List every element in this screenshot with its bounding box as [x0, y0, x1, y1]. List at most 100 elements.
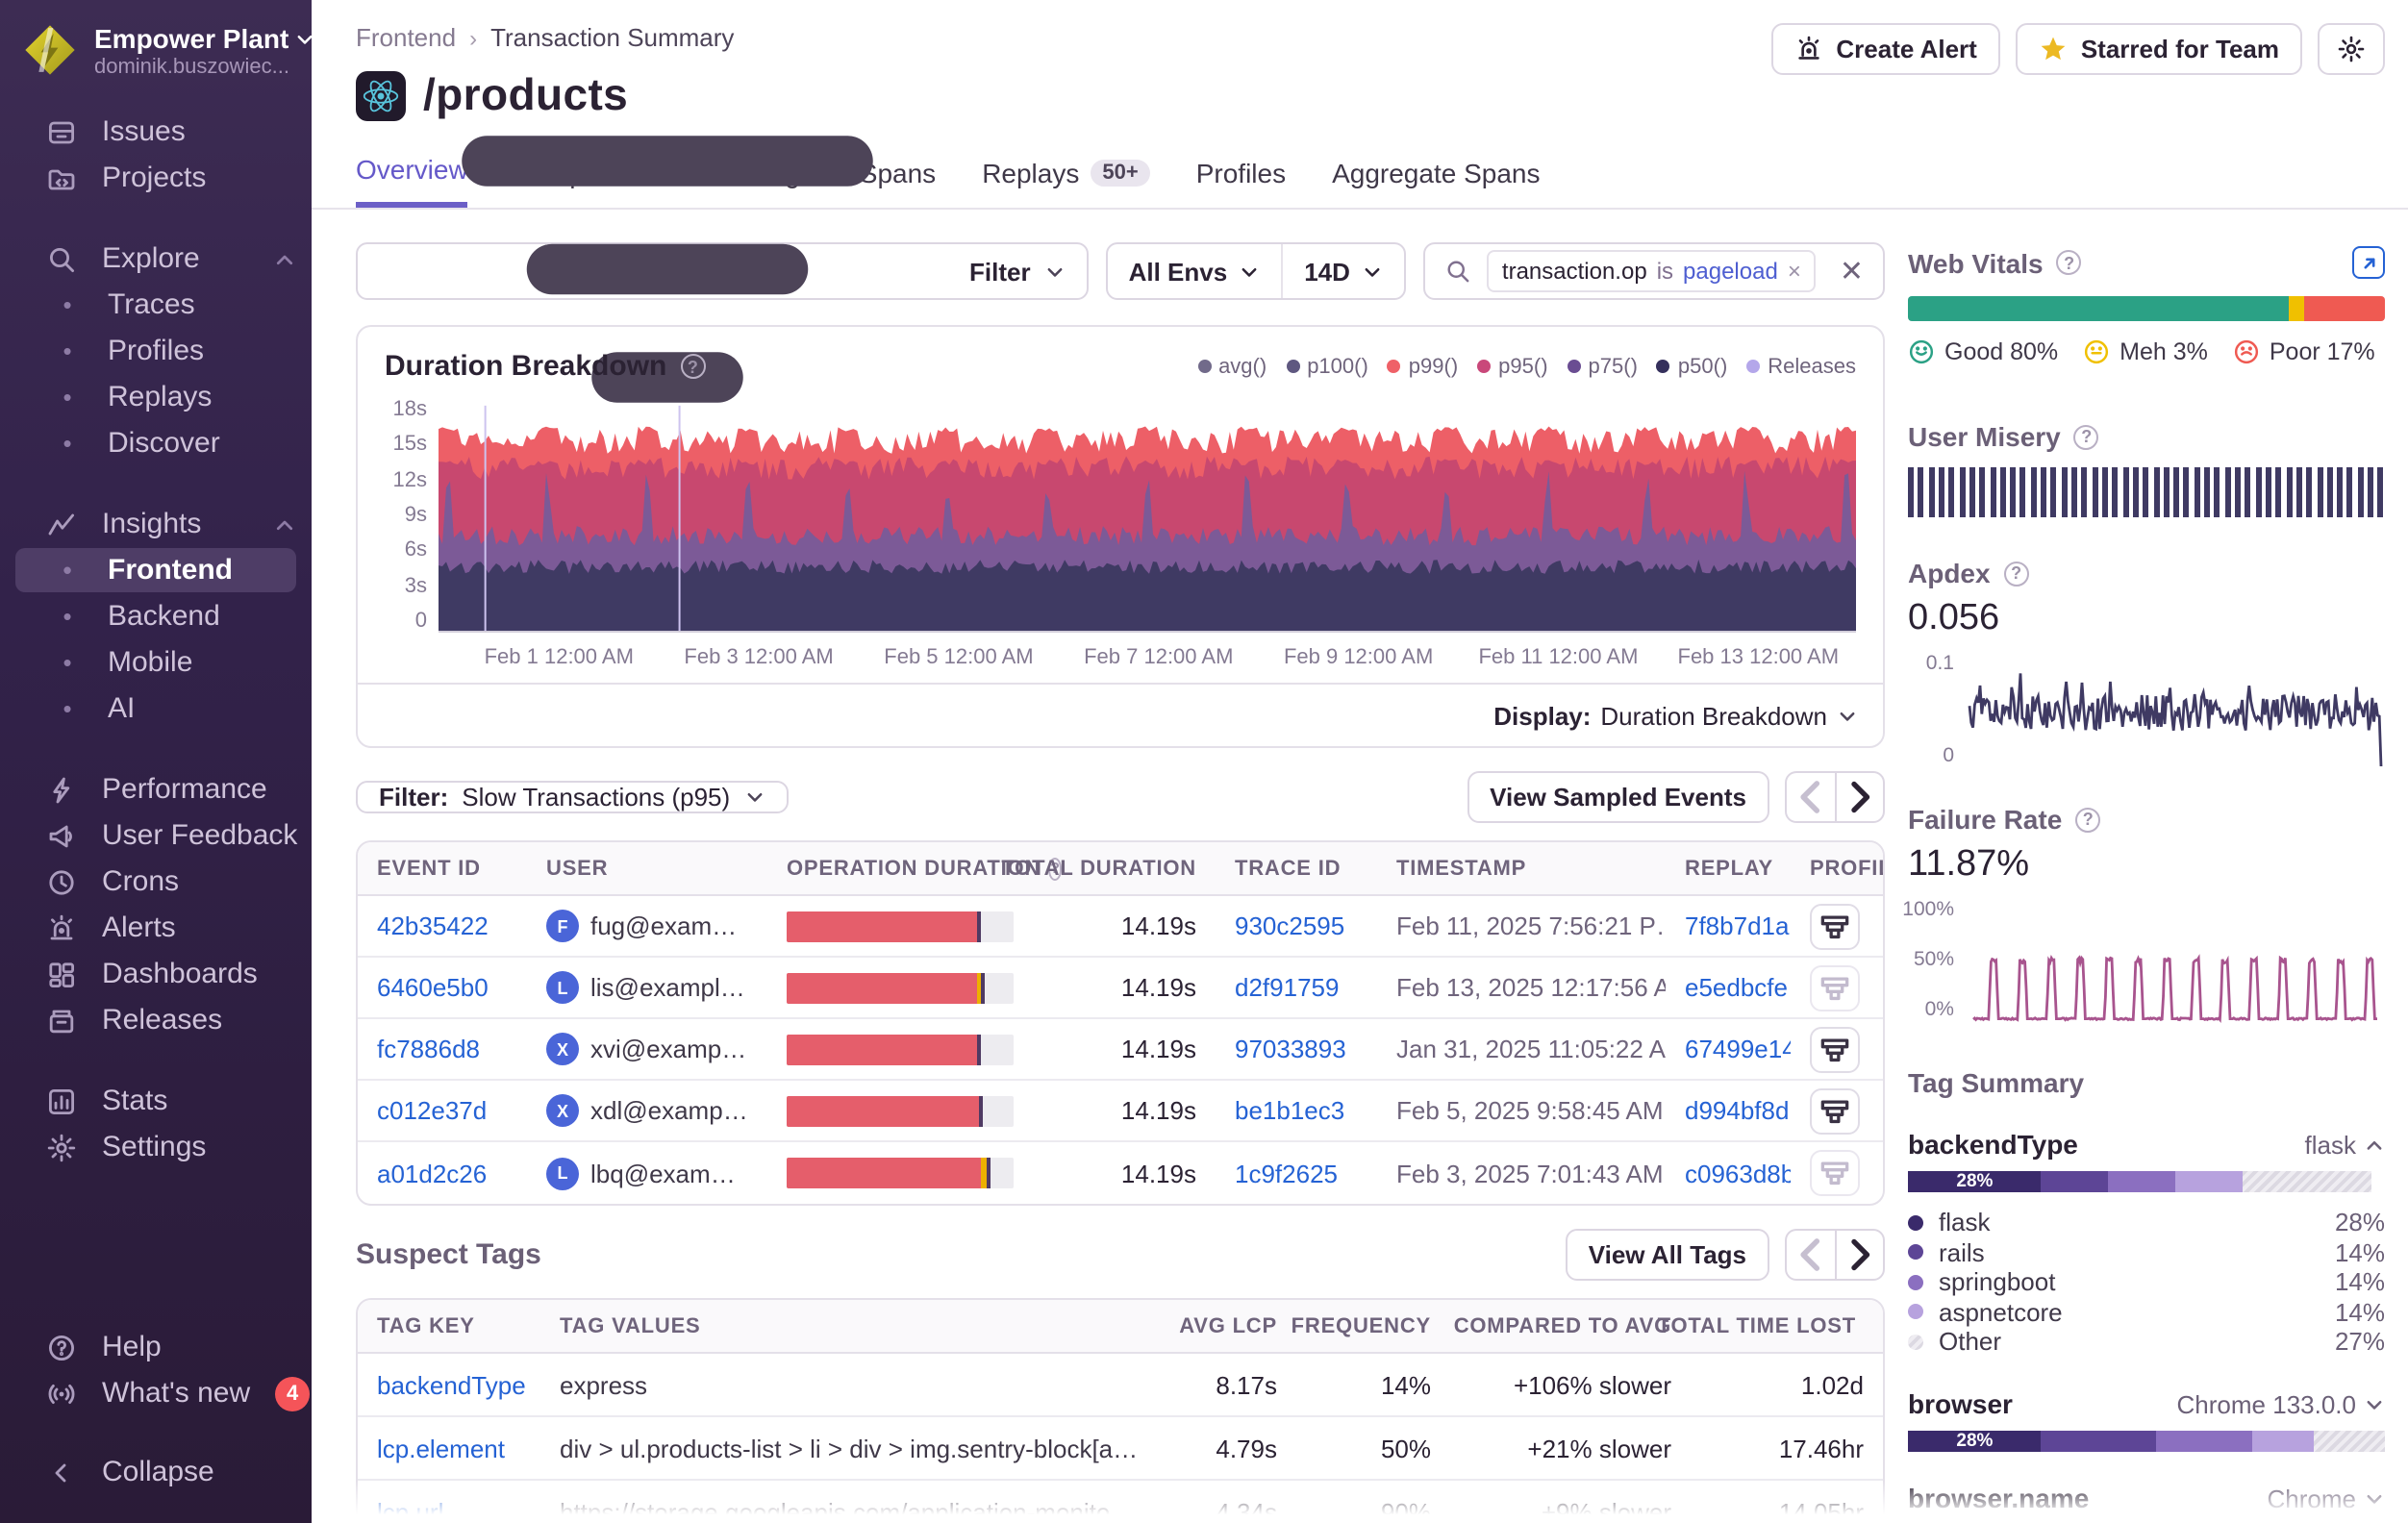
- event-id-link[interactable]: fc7886d8: [377, 1035, 480, 1063]
- filter-dropdown[interactable]: Filter: [356, 242, 1089, 300]
- tag-legend-row[interactable]: flask28%: [1908, 1208, 2385, 1237]
- sidebar-item-discover[interactable]: •Discover: [15, 421, 296, 465]
- tab-aggregate-spans[interactable]: Aggregate Spans: [1332, 154, 1540, 208]
- legend-item-p75[interactable]: p75(): [1568, 355, 1638, 378]
- search-input[interactable]: transaction.op is pageload × ✕: [1423, 242, 1885, 300]
- sidebar-item-label: Backend: [108, 600, 220, 633]
- tag-section-selector[interactable]: flask: [2305, 1131, 2385, 1160]
- profile-button[interactable]: [1810, 1026, 1860, 1072]
- trace-id-link[interactable]: 97033893: [1235, 1035, 1346, 1063]
- replay-link[interactable]: 67499e14: [1685, 1035, 1791, 1063]
- replay-link[interactable]: c0963d8b: [1685, 1159, 1791, 1187]
- sidebar-item-dashboards[interactable]: Dashboards: [15, 952, 296, 996]
- legend-label: Releases: [1768, 355, 1856, 378]
- view-sampled-events-button[interactable]: View Sampled Events: [1467, 771, 1769, 823]
- sidebar-item-projects[interactable]: Projects: [15, 156, 296, 200]
- view-all-tags-button[interactable]: View All Tags: [1566, 1229, 1769, 1281]
- search-clear-icon[interactable]: ✕: [1840, 254, 1864, 288]
- tag-legend-row[interactable]: aspnetcore14%: [1908, 1297, 2385, 1327]
- sidebar-item-performance[interactable]: Performance: [15, 767, 296, 811]
- sidebar-item-settings[interactable]: Settings: [15, 1125, 296, 1169]
- sidebar-item-traces[interactable]: •Traces: [15, 283, 296, 327]
- sidebar-item-mobile[interactable]: •Mobile: [15, 640, 296, 685]
- sidebar-footer-collapse[interactable]: Collapse: [15, 1450, 296, 1494]
- events-filter-dropdown[interactable]: Filter: Slow Transactions (p95): [356, 781, 788, 813]
- tag-section-selector[interactable]: Chrome: [2268, 1484, 2386, 1512]
- next-page-button[interactable]: [1835, 1229, 1885, 1281]
- starred-for-team-button[interactable]: Starred for Team: [2016, 23, 2302, 75]
- trace-id-link[interactable]: 1c9f2625: [1235, 1159, 1338, 1187]
- prev-page-button[interactable]: [1785, 771, 1835, 823]
- legend-item-Releases[interactable]: Releases: [1746, 355, 1856, 378]
- sidebar-item-frontend[interactable]: •Frontend: [15, 548, 296, 592]
- sidebar-item-ai[interactable]: •AI: [15, 687, 296, 731]
- sidebar-item-alerts[interactable]: Alerts: [15, 906, 296, 950]
- help-icon[interactable]: ?: [2004, 561, 2029, 586]
- sidebar-footer-help[interactable]: Help: [15, 1325, 296, 1369]
- tag-legend-row[interactable]: springboot14%: [1908, 1267, 2385, 1297]
- env-dropdown[interactable]: All Envs: [1108, 244, 1282, 298]
- trace-id-link[interactable]: 930c2595: [1235, 911, 1344, 940]
- replay-link[interactable]: 7f8b7d1a: [1685, 911, 1789, 940]
- sidebar-item-profiles[interactable]: •Profiles: [15, 329, 296, 373]
- legend-item-p50[interactable]: p50(): [1657, 355, 1727, 378]
- legend-item-avg[interactable]: avg(): [1197, 355, 1267, 378]
- duration-chart[interactable]: [439, 398, 1856, 633]
- next-page-button[interactable]: [1835, 771, 1885, 823]
- event-id-link[interactable]: c012e37d: [377, 1096, 487, 1125]
- profile-button[interactable]: [1810, 1150, 1860, 1196]
- sidebar-footer-what-s-new[interactable]: What's new4: [15, 1371, 296, 1415]
- legend-item-p95[interactable]: p95(): [1477, 355, 1547, 378]
- sidebar-item-crons[interactable]: Crons: [15, 860, 296, 904]
- sidebar-item-replays[interactable]: •Replays: [15, 375, 296, 419]
- help-icon[interactable]: ?: [2074, 424, 2099, 449]
- sidebar-item-releases[interactable]: Releases: [15, 998, 296, 1042]
- tab-profiles[interactable]: Profiles: [1196, 154, 1286, 208]
- legend-item-p100[interactable]: p100(): [1286, 355, 1368, 378]
- search-token[interactable]: transaction.op is pageload ×: [1487, 250, 1817, 292]
- search-icon: [46, 243, 77, 274]
- external-link-icon[interactable]: [2352, 246, 2385, 279]
- dashboards-icon: [46, 959, 77, 989]
- help-icon[interactable]: ?: [680, 354, 705, 379]
- total-time-lost: 1.02d: [1691, 1370, 1883, 1399]
- event-timestamp: Feb 11, 2025 7:56:21 P…: [1377, 911, 1666, 940]
- settings-button[interactable]: [2318, 23, 2385, 75]
- profile-button[interactable]: [1810, 964, 1860, 1011]
- tag-key-link[interactable]: lcp.url: [377, 1498, 443, 1523]
- sidebar-item-user-feedback[interactable]: User Feedback: [15, 813, 296, 858]
- tag-key-link[interactable]: backendType: [377, 1370, 526, 1399]
- replay-link[interactable]: e5edbcfe: [1685, 973, 1788, 1002]
- tag-legend-row[interactable]: Other27%: [1908, 1327, 2385, 1357]
- help-icon[interactable]: ?: [2057, 250, 2082, 275]
- sidebar-item-backend[interactable]: •Backend: [15, 594, 296, 638]
- tag-section-selector[interactable]: Chrome 133.0.0: [2177, 1389, 2385, 1418]
- sidebar-section-explore[interactable]: Explore: [15, 237, 296, 281]
- bullet-icon: •: [52, 653, 83, 672]
- tag-distribution-bar[interactable]: 28%: [1908, 1171, 2385, 1192]
- sidebar-item-issues[interactable]: Issues: [15, 110, 296, 154]
- org-switcher[interactable]: Empower Plant dominik.buszowiec...: [0, 0, 312, 98]
- replay-link[interactable]: d994bf8d: [1685, 1096, 1789, 1125]
- prev-page-button[interactable]: [1785, 1229, 1835, 1281]
- profile-button[interactable]: [1810, 903, 1860, 949]
- event-id-link[interactable]: 6460e5b0: [377, 973, 489, 1002]
- tab-replays[interactable]: Replays50+: [982, 154, 1150, 208]
- trace-id-link[interactable]: be1b1ec3: [1235, 1096, 1344, 1125]
- date-range-dropdown[interactable]: 14D: [1281, 244, 1404, 298]
- token-remove-icon[interactable]: ×: [1788, 258, 1801, 285]
- column-header-total-time-lost[interactable]: Total Time Lost: [1691, 1314, 1883, 1337]
- event-id-link[interactable]: a01d2c26: [377, 1159, 487, 1187]
- tag-key-link[interactable]: lcp.element: [377, 1434, 505, 1462]
- display-selector[interactable]: Display: Duration Breakdown: [358, 683, 1883, 746]
- legend-item-p99[interactable]: p99(): [1388, 355, 1458, 378]
- tag-distribution-bar[interactable]: 28%: [1908, 1430, 2385, 1451]
- profile-button[interactable]: [1810, 1087, 1860, 1134]
- create-alert-button[interactable]: Create Alert: [1770, 23, 1999, 75]
- sidebar-section-insights[interactable]: Insights: [15, 502, 296, 546]
- help-icon[interactable]: ?: [2075, 807, 2100, 832]
- trace-id-link[interactable]: d2f91759: [1235, 973, 1339, 1002]
- event-id-link[interactable]: 42b35422: [377, 911, 489, 940]
- tag-legend-row[interactable]: rails14%: [1908, 1237, 2385, 1267]
- sidebar-item-stats[interactable]: Stats: [15, 1079, 296, 1123]
